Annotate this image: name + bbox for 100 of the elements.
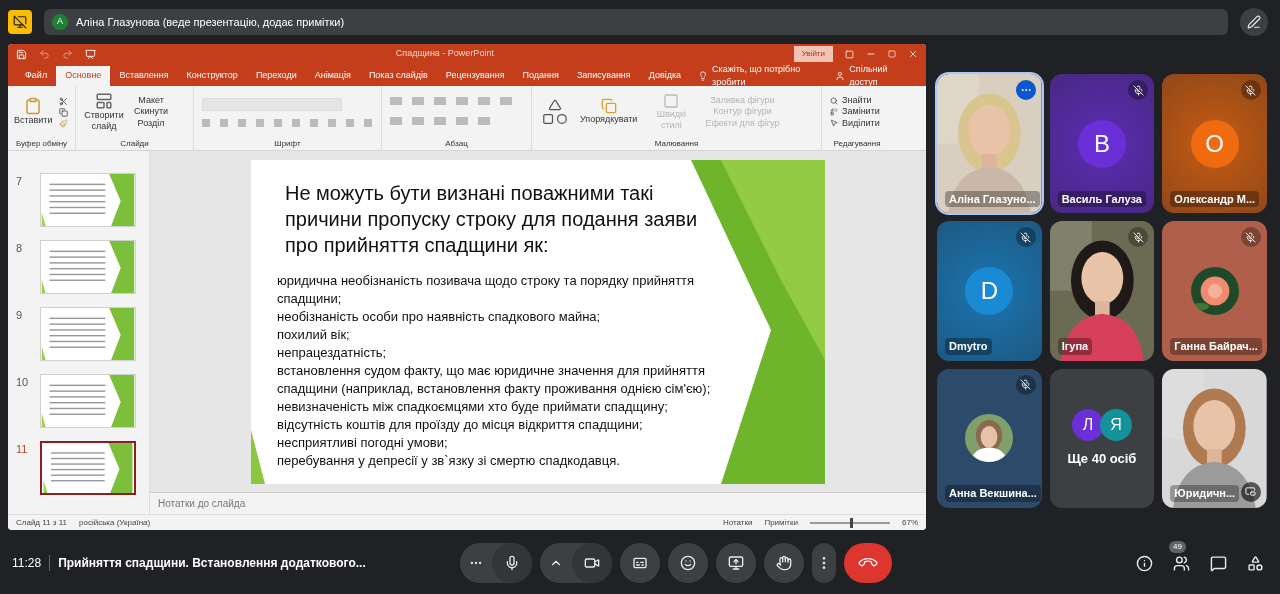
participant-tile[interactable]: Анна Векшина... [937,368,1042,508]
notes-field[interactable]: Нотатки до слайда [158,496,246,511]
people-icon[interactable] [1173,554,1190,572]
ribbon-button[interactable]: Розділ [132,117,171,129]
participant-tile[interactable]: B Василь Галуза [1049,74,1155,214]
new-slide-icon[interactable] [95,91,113,110]
slide-decoration-drawing [251,429,265,484]
user-icon [835,71,846,81]
avatar: Л [1072,408,1104,441]
ribbon-tab[interactable]: Записування [567,66,640,86]
participant-tile[interactable]: Юридичн... [1162,368,1267,508]
notes-button[interactable]: Нотатки [722,516,753,529]
captions-icon [632,555,648,571]
tell-me-field[interactable]: Скажіть, що потрібно зробити [712,62,836,90]
end-call-button[interactable] [844,543,892,583]
presentation-icon[interactable] [8,10,32,34]
annotate-icon[interactable] [1240,8,1268,36]
group-label: Буфер обміну [14,138,69,150]
ribbon-tab[interactable]: Рецензування [436,66,514,86]
slide-text-line: невизначеність між спадкоємцями хто буде приймати спадщину; [277,397,669,416]
ribbon-button[interactable]: Знайти [840,95,874,107]
paste-icon[interactable] [24,97,43,116]
copy-icon[interactable] [58,107,68,117]
ribbon-tab[interactable]: Конструктор [177,66,247,86]
slide-text-line: необізнаність особи про наявність спадкового майна; [277,307,602,326]
ribbon-display-icon[interactable] [845,49,854,59]
camera-button[interactable] [572,543,612,583]
participant-name: Василь Галуза [1057,190,1146,208]
ribbon-button[interactable]: Упорядкувати [578,114,640,126]
captions-button[interactable] [620,543,660,583]
participant-tile[interactable]: Аліна Глазуно... [937,74,1042,214]
avatar: B [1078,119,1126,168]
present-button[interactable] [716,543,756,583]
slide-count: Слайд 11 з 11 [16,516,67,529]
mic-icon [504,555,520,571]
language[interactable]: російська (Україна) [79,516,151,529]
ribbon-button[interactable]: Виділити [840,117,882,129]
avatar: D [965,267,1014,315]
group-label: Абзац [444,138,469,150]
ribbon-tab[interactable]: Основне [56,66,111,86]
more-participants-tile[interactable]: Л Я Ще 40 осіб [1049,368,1155,508]
group-label: Шрифт [273,138,302,150]
slide-thumbnail[interactable] [40,441,136,495]
zoom-level[interactable]: 67% [902,516,918,529]
raise-hand-button[interactable] [764,543,804,583]
save-icon[interactable] [16,48,27,60]
info-icon[interactable] [1136,554,1153,572]
slideshow-icon[interactable] [85,48,96,60]
window-title: Спадщина - PowerPoint [394,47,495,61]
share-button[interactable]: Спільний доступ [849,62,918,90]
ribbon-tab[interactable]: Показ слайдів [359,66,437,86]
participant-tile[interactable]: D Dmytro [937,221,1042,361]
presenter-text: Аліна Глазунова (веде презентацію, додає примітки) [76,14,345,30]
ribbon-tab[interactable]: Анімація [305,66,360,86]
meeting-title: Прийняття спадщини. Встановлення додаткового... [58,555,366,572]
ribbon-button[interactable]: Замінити [840,106,882,118]
replace-icon [830,108,838,116]
chat-icon[interactable] [1210,554,1227,572]
participant-tile[interactable]: Ганна Байрач... [1162,221,1267,361]
ribbon-tab[interactable]: Довідка [639,66,691,86]
lightbulb-icon [698,71,709,81]
slide-text-line: перебування у депресії у зв`язку зі смертю спадкодавця. [277,451,621,470]
people-count-badge: 49 [1169,540,1186,553]
ribbon-tab[interactable]: Переходи [246,66,306,86]
zoom-thumb[interactable] [850,517,853,528]
ribbon-button[interactable]: Створити слайд [80,109,128,133]
ribbon-tab[interactable]: Файл [16,66,57,86]
maximize-icon[interactable] [888,50,896,58]
participant-tile[interactable]: Iгупа [1049,221,1155,361]
smile-icon [680,555,696,571]
slide-number: 10 [16,375,30,390]
camera-icon [584,555,600,571]
cut-icon[interactable] [58,96,68,106]
ribbon-tab[interactable]: Подання [513,66,568,86]
ribbon-button[interactable]: Макет [132,95,171,107]
ribbon-button[interactable]: Скинути [132,106,171,118]
meeting-time: 11:28 [12,555,42,572]
ribbon-button[interactable]: Вставити [12,115,55,127]
mic-button[interactable] [492,543,532,583]
present-screen-icon [728,555,744,571]
group-label: Малювання [653,138,700,150]
search-icon [830,96,838,105]
signin-button[interactable]: Увійти [793,46,833,62]
ribbon-tab[interactable]: Вставлення [110,66,178,86]
close-icon[interactable] [908,49,918,59]
emoji-button[interactable] [668,543,708,583]
slide-number: 8 [16,241,24,256]
shapes-gallery-icon[interactable] [540,97,570,127]
activities-icon[interactable] [1247,554,1264,572]
participant-name: Ганна Байрач... [1170,338,1262,355]
slide-text-line: непрацездатність; [277,343,388,362]
comments-button[interactable]: Примітки [764,516,798,529]
slide-text-line: юридична необізнаність позивача щодо строку та порядку прийняття спадщини; [277,271,696,308]
participant-tile[interactable]: O Олександр М... [1162,74,1267,214]
more-options-button[interactable] [812,543,836,583]
slide-number: 11 [16,442,29,457]
more-participants-text: Ще 40 осіб [1067,449,1137,468]
slide-number: 7 [16,174,24,189]
participant-name: Анна Векшина... [945,485,1041,502]
pip-icon[interactable] [1241,482,1261,502]
